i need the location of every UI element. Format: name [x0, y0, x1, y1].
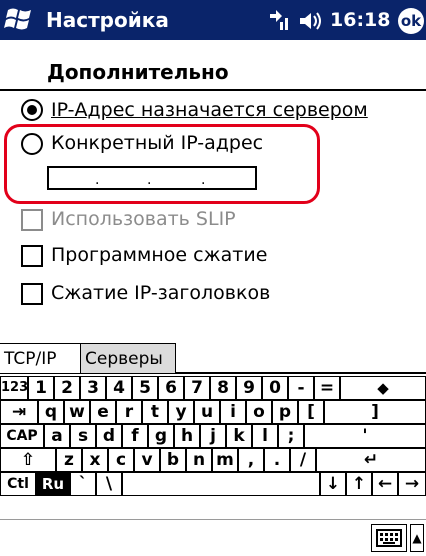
section-title: Дополнительно [47, 60, 229, 84]
radio-selected-dot [27, 105, 37, 115]
key-down[interactable]: ↓ [320, 472, 346, 496]
key-j[interactable]: j [200, 424, 226, 448]
key-4[interactable]: 4 [106, 376, 132, 400]
key-ctrl[interactable]: Ctl [0, 472, 36, 496]
speaker-icon[interactable] [298, 10, 324, 32]
key-7[interactable]: 7 [184, 376, 210, 400]
key-8[interactable]: 8 [210, 376, 236, 400]
key-e[interactable]: e [90, 400, 116, 424]
key-comma[interactable]: , [238, 448, 264, 472]
key-semicolon[interactable]: ; [278, 424, 304, 448]
key-0[interactable]: 0 [262, 376, 288, 400]
keyboard-row-4: ⇧ z x c v b n m , . / ↵ [0, 448, 426, 472]
key-d[interactable]: d [96, 424, 122, 448]
key-period[interactable]: . [264, 448, 290, 472]
key-z[interactable]: z [56, 448, 82, 472]
input-panel-button[interactable] [371, 524, 407, 552]
menu-bar: ▲ [0, 519, 426, 556]
key-enter[interactable]: ↵ [316, 448, 426, 472]
key-s[interactable]: s [70, 424, 96, 448]
key-x[interactable]: x [82, 448, 108, 472]
keyboard-icon [376, 529, 402, 547]
keyboard-row-2: ⇥ q w e r t y u i o p [ ] [0, 400, 426, 424]
app-title: Настройка [46, 8, 169, 32]
key-h[interactable]: h [174, 424, 200, 448]
key-u[interactable]: u [194, 400, 220, 424]
key-g[interactable]: g [148, 424, 174, 448]
key-l[interactable]: l [252, 424, 278, 448]
use-slip-checkbox[interactable] [21, 209, 43, 231]
key-right-bracket[interactable]: ] [324, 400, 426, 424]
key-up[interactable]: ↑ [346, 472, 372, 496]
key-f[interactable]: f [122, 424, 148, 448]
key-backslash[interactable]: \ [96, 472, 122, 496]
key-q[interactable]: q [38, 400, 64, 424]
tab-servers[interactable]: Серверы [80, 343, 176, 373]
key-o[interactable]: o [246, 400, 272, 424]
key-c[interactable]: c [108, 448, 134, 472]
soft-keyboard: 123 1 2 3 4 5 6 7 8 9 0 - = ◆ ⇥ q w e r … [0, 373, 426, 520]
keyboard-row-1: 123 1 2 3 4 5 6 7 8 9 0 - = ◆ [0, 376, 426, 400]
key-w[interactable]: w [64, 400, 90, 424]
key-v[interactable]: v [134, 448, 160, 472]
server-ip-radio[interactable] [21, 99, 43, 121]
key-i[interactable]: i [220, 400, 246, 424]
key-caps[interactable]: CAP [0, 424, 44, 448]
key-3[interactable]: 3 [80, 376, 106, 400]
ip-header-compression-checkbox[interactable] [21, 283, 43, 305]
key-space[interactable] [122, 472, 320, 496]
key-9[interactable]: 9 [236, 376, 262, 400]
keyboard-row-5: Ctl Ru ` \ ↓ ↑ ← → [0, 472, 426, 496]
key-minus[interactable]: - [288, 376, 314, 400]
tab-bar: TCP/IP Серверы [0, 343, 426, 373]
key-backspace[interactable]: ◆ [340, 376, 426, 400]
server-ip-label[interactable]: IP-Адрес назначается сервером [51, 99, 368, 121]
connectivity-icon[interactable] [268, 8, 290, 32]
software-compression-label[interactable]: Программное сжатие [51, 244, 267, 266]
key-t[interactable]: t [142, 400, 168, 424]
key-r[interactable]: r [116, 400, 142, 424]
key-equals[interactable]: = [314, 376, 340, 400]
key-shift[interactable]: ⇧ [0, 448, 56, 472]
key-a[interactable]: a [44, 424, 70, 448]
key-left-bracket[interactable]: [ [298, 400, 324, 424]
key-2[interactable]: 2 [54, 376, 80, 400]
highlight-annotation [4, 124, 320, 204]
input-method-menu-icon[interactable]: ▲ [410, 524, 424, 552]
key-123[interactable]: 123 [0, 376, 28, 400]
key-y[interactable]: y [168, 400, 194, 424]
key-quote[interactable]: ' [304, 424, 426, 448]
key-6[interactable]: 6 [158, 376, 184, 400]
key-slash[interactable]: / [290, 448, 316, 472]
use-slip-label: Использовать SLIP [51, 208, 236, 230]
ok-button[interactable]: ok [398, 8, 424, 34]
key-right[interactable]: → [398, 472, 426, 496]
key-1[interactable]: 1 [28, 376, 54, 400]
key-n[interactable]: n [186, 448, 212, 472]
title-bar: Настройка 16:18 ok [0, 0, 426, 40]
key-b[interactable]: b [160, 448, 186, 472]
key-m[interactable]: m [212, 448, 238, 472]
clock[interactable]: 16:18 [330, 8, 390, 32]
tab-tcp-ip[interactable]: TCP/IP [0, 343, 80, 373]
key-tab[interactable]: ⇥ [0, 400, 38, 424]
key-p[interactable]: p [272, 400, 298, 424]
windows-start-icon[interactable] [4, 4, 36, 36]
key-language-ru[interactable]: Ru [36, 472, 70, 496]
key-backtick[interactable]: ` [70, 472, 96, 496]
key-k[interactable]: k [226, 424, 252, 448]
divider [0, 89, 426, 91]
ip-header-compression-label[interactable]: Сжатие IP-заголовков [51, 282, 270, 304]
key-5[interactable]: 5 [132, 376, 158, 400]
software-compression-checkbox[interactable] [21, 245, 43, 267]
key-left[interactable]: ← [372, 472, 398, 496]
keyboard-row-3: CAP a s d f g h j k l ; ' [0, 424, 426, 448]
